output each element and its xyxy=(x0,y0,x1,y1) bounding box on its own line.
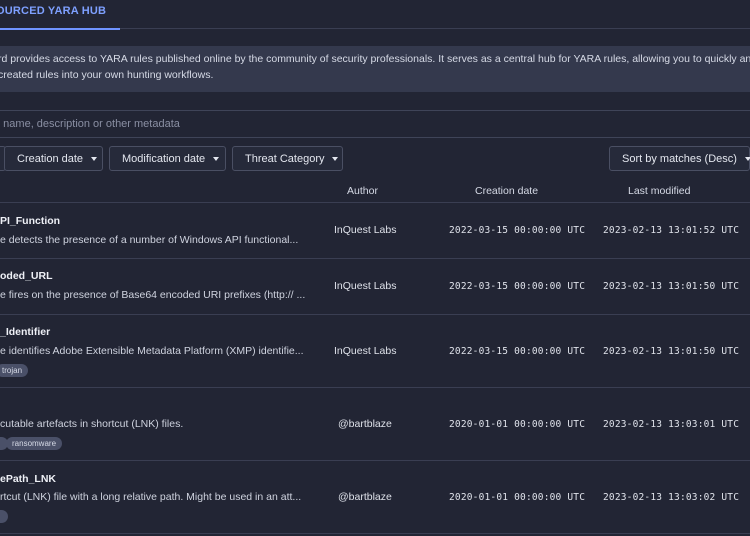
rule-description: rtcut (LNK) file with a long relative pa… xyxy=(0,491,302,503)
info-banner-line-2: created rules into your own hunting work… xyxy=(0,69,214,81)
rule-name[interactable]: oded_URL xyxy=(0,270,53,282)
rule-author[interactable]: InQuest Labs xyxy=(334,345,396,357)
info-banner-line-1: rd provides access to YARA rules publish… xyxy=(0,53,750,65)
creation-date-filter-label: Creation date xyxy=(17,152,84,165)
rule-creation-date: 2022-03-15 00:00:00 UTC xyxy=(449,225,586,236)
rule-last-modified: 2023-02-13 13:03:01 UTC xyxy=(603,419,740,430)
table-row[interactable]: _Identifier e identifies Adobe Extensibl… xyxy=(0,315,750,388)
rule-author[interactable]: InQuest Labs xyxy=(334,280,396,292)
tag-badge[interactable]: ransomware xyxy=(6,437,63,450)
table-header: Author Creation date Last modified xyxy=(0,178,750,203)
last-modified-column-header[interactable]: Last modified xyxy=(628,185,690,197)
chevron-down-icon xyxy=(91,156,98,161)
rule-last-modified: 2023-02-13 13:03:02 UTC xyxy=(603,492,740,503)
rule-name[interactable]: ePath_LNK xyxy=(0,473,56,485)
rule-description: cutable artefacts in shortcut (LNK) file… xyxy=(0,418,184,430)
table-row[interactable]: PI_Function e detects the presence of a … xyxy=(0,203,750,259)
rule-last-modified: 2023-02-13 13:01:52 UTC xyxy=(603,225,740,236)
chevron-down-icon xyxy=(332,156,339,161)
rule-last-modified: 2023-02-13 13:01:50 UTC xyxy=(603,281,740,292)
rule-name[interactable]: _Identifier xyxy=(0,326,50,338)
author-column-header[interactable]: Author xyxy=(347,185,378,197)
rule-creation-date: 2020-01-01 00:00:00 UTC xyxy=(449,419,586,430)
rule-author[interactable]: InQuest Labs xyxy=(334,224,396,236)
rule-name[interactable]: PI_Function xyxy=(0,215,60,227)
rule-description: e fires on the presence of Base64 encode… xyxy=(0,289,306,301)
creation-date-filter[interactable]: Creation date xyxy=(4,146,103,171)
modification-date-filter[interactable]: Modification date xyxy=(109,146,226,171)
tag-badge[interactable]: trojan xyxy=(0,364,29,377)
sort-dropdown[interactable]: Sort by matches (Desc) xyxy=(609,146,750,171)
rule-author[interactable]: @bartblaze xyxy=(338,491,392,503)
tab-label: OURCED YARA HUB xyxy=(0,5,107,17)
rule-creation-date: 2020-01-01 00:00:00 UTC xyxy=(449,492,586,503)
search-input[interactable] xyxy=(0,114,734,134)
rule-creation-date: 2022-03-15 00:00:00 UTC xyxy=(449,346,586,357)
chevron-down-icon xyxy=(744,156,750,161)
threat-category-filter-label: Threat Category xyxy=(245,152,325,165)
tab-bar: OURCED YARA HUB xyxy=(0,0,750,30)
modification-date-filter-label: Modification date xyxy=(122,152,206,165)
table-row[interactable]: cutable artefacts in shortcut (LNK) file… xyxy=(0,388,750,461)
rule-author[interactable]: @bartblaze xyxy=(338,418,392,430)
rule-description: e identifies Adobe Extensible Metadata P… xyxy=(0,345,304,357)
rule-creation-date: 2022-03-15 00:00:00 UTC xyxy=(449,281,586,292)
threat-category-filter[interactable]: Threat Category xyxy=(232,146,343,171)
rule-description: e detects the presence of a number of Wi… xyxy=(0,234,299,246)
rule-last-modified: 2023-02-13 13:01:50 UTC xyxy=(603,346,740,357)
search-bar xyxy=(0,110,750,138)
tab-crowdsourced-yara-hub[interactable]: OURCED YARA HUB xyxy=(0,0,120,30)
chevron-down-icon xyxy=(213,156,220,161)
sort-dropdown-label: Sort by matches (Desc) xyxy=(622,152,737,165)
creation-date-column-header[interactable]: Creation date xyxy=(475,185,538,197)
info-banner: rd provides access to YARA rules publish… xyxy=(0,46,750,92)
tag-badge[interactable] xyxy=(0,510,8,523)
table-row[interactable]: oded_URL e fires on the presence of Base… xyxy=(0,259,750,315)
table-row[interactable]: ePath_LNK rtcut (LNK) file with a long r… xyxy=(0,461,750,534)
